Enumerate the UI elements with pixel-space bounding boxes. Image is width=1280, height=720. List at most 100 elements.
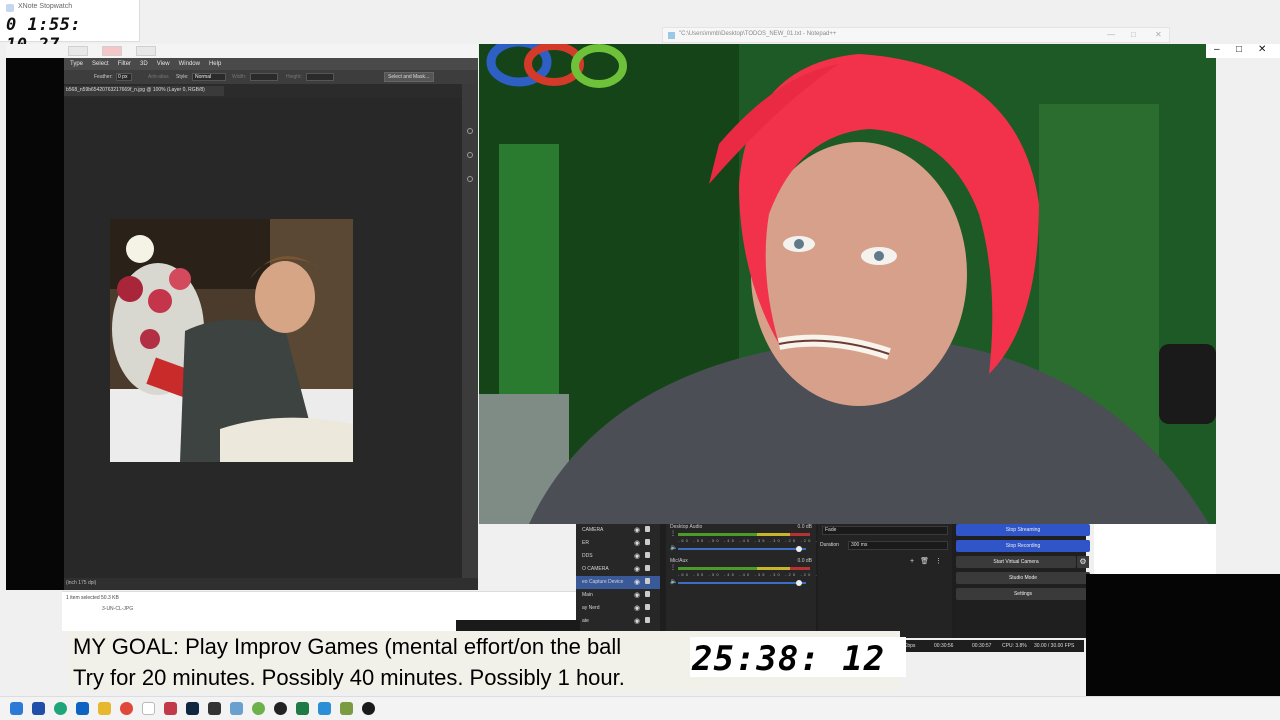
panel-icon[interactable] [467, 152, 473, 158]
lock-icon[interactable] [645, 539, 650, 545]
file-explorer-icon[interactable] [98, 702, 111, 715]
lock-icon[interactable] [645, 565, 650, 571]
notepad-title: "C:\Users\mmb\Desktop\TODOS_NEW_01.txt -… [679, 31, 837, 37]
source-item[interactable]: CAMERA ◉ [576, 524, 660, 537]
transition-select[interactable]: Fade [822, 526, 948, 535]
tab-icon[interactable] [136, 46, 156, 56]
style-label: Style: [176, 74, 189, 80]
mic-volume-knob[interactable] [796, 580, 802, 586]
desktop-volume-knob[interactable] [796, 546, 802, 552]
notepad-icon [668, 32, 675, 39]
photos-icon[interactable] [318, 702, 331, 715]
source-item[interactable]: ay Nerd ◉ [576, 602, 660, 615]
eye-icon[interactable]: ◉ [634, 565, 640, 573]
python-icon[interactable] [230, 702, 243, 715]
close-icon[interactable]: ✕ [1155, 30, 1162, 39]
antialias-label[interactable]: Anti-alias [148, 74, 169, 80]
source-label: ate [582, 618, 589, 624]
lock-icon[interactable] [645, 552, 650, 558]
terminal-icon[interactable] [208, 702, 221, 715]
menu-item-view[interactable]: View [157, 61, 170, 67]
virtual-camera-gear-icon[interactable]: ⚙ [1077, 556, 1089, 568]
stopwatch-window[interactable]: XNote Stopwatch 0 1:55: 10.27 [0, 0, 140, 55]
stop-streaming-button[interactable]: Stop Streaming [956, 524, 1090, 536]
minimize-icon[interactable]: — [1107, 30, 1115, 39]
explorer-status: 1 item selected 50.3 KB [66, 595, 119, 601]
eye-icon[interactable]: ◉ [634, 539, 640, 547]
edge-icon[interactable] [54, 702, 67, 715]
maximize-icon[interactable]: □ [1236, 44, 1242, 55]
eye-icon[interactable]: ◉ [634, 526, 640, 534]
mixer-menu-icon[interactable]: ⋮ [670, 564, 676, 571]
vscode-icon[interactable] [32, 702, 45, 715]
source-item[interactable]: Main ◉ [576, 589, 660, 602]
chrome-icon[interactable] [120, 702, 133, 715]
photoshop-titlebar [6, 44, 478, 58]
obs-icon[interactable] [274, 702, 287, 715]
photoshop-menubar: Type Select Filter 3D View Window Help [64, 58, 478, 70]
tab-icon[interactable] [102, 46, 122, 56]
eye-icon[interactable]: ◉ [634, 591, 640, 599]
mic-volume-slider[interactable] [678, 582, 806, 584]
stop-recording-button[interactable]: Stop Recording [956, 540, 1090, 552]
photoshop-icon[interactable] [186, 702, 199, 715]
minimize-icon[interactable]: – [1214, 44, 1220, 55]
notepad-icon[interactable] [142, 702, 155, 715]
source-item-selected[interactable]: eo Capture Device ◉ [576, 576, 660, 589]
source-item[interactable]: DDS ◉ [576, 550, 660, 563]
width-field[interactable] [250, 73, 278, 81]
lock-icon[interactable] [645, 604, 650, 610]
tab-icon[interactable] [68, 46, 88, 56]
desktop-volume-slider[interactable] [678, 548, 806, 550]
settings-button[interactable]: Settings [956, 588, 1090, 600]
lock-icon[interactable] [645, 526, 650, 532]
notepad-window[interactable]: "C:\Users\mmb\Desktop\TODOS_NEW_01.txt -… [662, 27, 1170, 43]
excel-icon[interactable] [296, 702, 309, 715]
taskbar [0, 696, 1280, 720]
lock-icon[interactable] [645, 578, 650, 584]
source-label: eo Capture Device [582, 579, 624, 585]
transition-tools[interactable]: +🗑⋮ [910, 557, 948, 565]
window-controls: – □ ✕ [1206, 44, 1280, 58]
lock-icon[interactable] [645, 617, 650, 623]
app-icon[interactable] [252, 702, 265, 715]
eye-icon[interactable]: ◉ [634, 604, 640, 612]
panel-collapsed [462, 84, 478, 590]
duration-field[interactable]: 300 ms [848, 541, 948, 550]
lock-icon[interactable] [645, 591, 650, 597]
select-and-mask-button[interactable]: Select and Mask... [384, 72, 434, 82]
menu-item-3d[interactable]: 3D [140, 61, 148, 67]
document-tab[interactable]: b568_n59b65420763217669f_n.jpg @ 100% (L… [64, 86, 224, 96]
source-item[interactable]: O CAMERA ◉ [576, 563, 660, 576]
menu-item-help[interactable]: Help [209, 61, 221, 67]
source-item[interactable]: ER ◉ [576, 537, 660, 550]
eye-icon[interactable] [467, 176, 473, 182]
app-icon[interactable] [340, 702, 353, 715]
speaker-icon[interactable]: 🔈 [670, 578, 677, 585]
menu-item-window[interactable]: Window [179, 61, 200, 67]
close-icon[interactable]: ✕ [1258, 44, 1266, 55]
menu-item-select[interactable]: Select [92, 61, 109, 67]
eye-icon[interactable]: ◉ [634, 578, 640, 586]
studio-mode-button[interactable]: Studio Mode [956, 572, 1090, 584]
obs-window: CAMERA ◉ ER ◉ DDS ◉ O CAMERA ◉ eo Captur… [576, 524, 1090, 638]
maximize-icon[interactable]: □ [1131, 30, 1136, 39]
start-virtual-camera-button[interactable]: Start Virtual Camera [956, 556, 1076, 568]
speaker-icon[interactable]: 🔈 [670, 544, 677, 551]
height-field[interactable] [306, 73, 334, 81]
app-icon[interactable] [164, 702, 177, 715]
explorer-file[interactable]: 3-UN-CL-JPG [102, 606, 133, 612]
menu-item-filter[interactable]: Filter [118, 61, 131, 67]
source-item[interactable]: ate ◉ [576, 615, 660, 628]
media-player-icon[interactable] [362, 702, 375, 715]
panel-icon[interactable] [467, 128, 473, 134]
windows-start-icon[interactable] [10, 702, 23, 715]
menu-item-type[interactable]: Type [70, 61, 83, 67]
eye-icon[interactable]: ◉ [634, 552, 640, 560]
eye-icon[interactable]: ◉ [634, 617, 640, 625]
mixer-menu-icon[interactable]: ⋮ [670, 530, 676, 537]
feather-value: 0 px [118, 74, 128, 80]
canvas-photo [110, 219, 353, 462]
outlook-icon[interactable] [76, 702, 89, 715]
width-label: Width: [232, 74, 247, 80]
